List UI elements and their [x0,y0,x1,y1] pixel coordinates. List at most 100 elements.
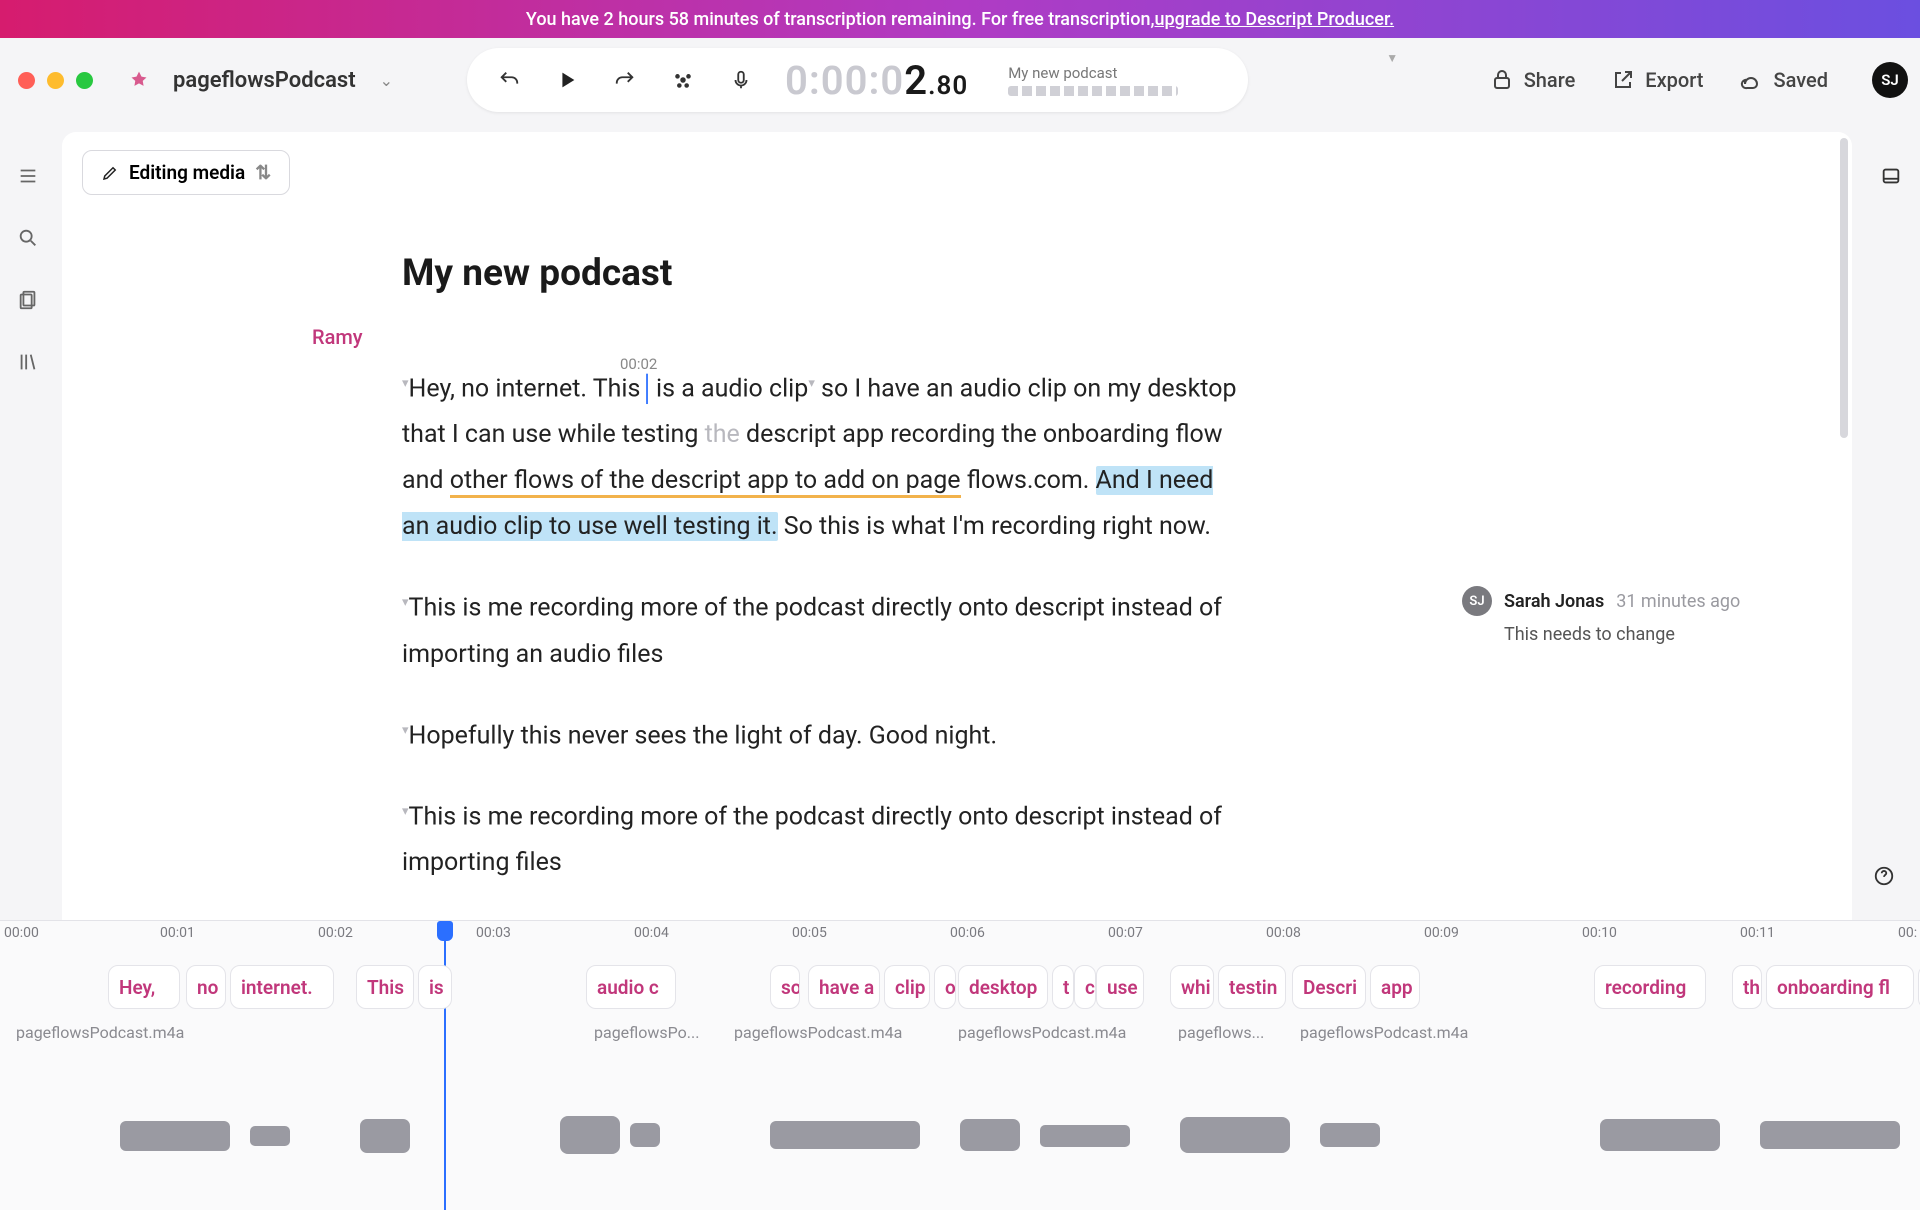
timeline-word[interactable]: use [1096,965,1144,1009]
ruler-tick: 00:10 [1582,925,1617,941]
timeline-word[interactable]: audio c [586,965,676,1009]
zoom-window[interactable] [76,72,93,89]
timeline-word[interactable]: Hey, [108,965,180,1009]
timeline-word[interactable]: no [186,965,226,1009]
help-icon[interactable] [1870,862,1898,890]
window-controls [12,72,93,89]
ruler-tick: 00:09 [1424,925,1459,941]
transport-pill: 0:00:02.80 My new podcast ▼ [467,48,1248,112]
user-avatar[interactable]: SJ [1872,62,1908,98]
transcript-paragraph[interactable]: ▾This is me recording more of the podcas… [402,789,1242,886]
share-button[interactable]: Share [1490,68,1576,92]
document-body: My new podcast Ramy 00:02 ▾Hey, no inter… [62,132,1322,956]
doc-scrollbar[interactable] [1840,138,1848,438]
project-name[interactable]: pageflowsPodcast [173,68,356,93]
timecode-inactive: 0:00:0 [785,57,904,104]
transcript-paragraph[interactable]: ▾Hey, no internet. This│is a audio clip▾… [402,361,1242,550]
timeline-panel: 00:0000:0100:0200:0300:0400:0500:0600:07… [0,920,1920,1210]
clip-label[interactable]: pageflowsPo... [594,1023,722,1042]
timeline-ruler[interactable]: 00:0000:0100:0200:0300:0400:0500:0600:07… [0,921,1920,947]
timeline-word[interactable]: testin [1218,965,1286,1009]
ruler-tick: 00:03 [476,925,511,941]
doc-title[interactable]: My new podcast [402,252,1242,295]
ruler-tick: 00:07 [1108,925,1143,941]
clip-label[interactable]: pageflowsPodcast.m4a [1300,1023,1920,1042]
timeline-word[interactable]: recording [1594,965,1706,1009]
app-logo-icon [127,68,151,92]
text-run: Hopefully this never sees the light of d… [409,721,998,750]
text-run: Hey, no internet. This [409,374,641,403]
export-button[interactable]: Export [1611,68,1703,92]
timeline-word[interactable]: internet. [230,965,334,1009]
share-label: Share [1524,68,1576,92]
struck-word: the [705,420,740,449]
hamburger-icon[interactable] [14,162,42,190]
timeline-word[interactable]: This [356,965,414,1009]
timeline-word[interactable]: t [1052,965,1074,1009]
timeline-word[interactable]: onboarding fl [1766,965,1914,1009]
timecode-frac: .80 [928,71,968,101]
play-button[interactable] [553,66,581,94]
text-run: This is me recording more of the podcast… [402,594,1222,669]
timeline-word[interactable]: th [1732,965,1762,1009]
timeline-word[interactable]: is [418,965,452,1009]
clip-label[interactable]: pageflowsPodcast.m4a [16,1023,536,1042]
clip-track: pageflowsPodcast.m4a pageflowsPo... pagefl… [0,1017,1920,1053]
record-mic-icon[interactable] [727,66,755,94]
saved-label: Saved [1773,68,1828,92]
comment-time: 31 minutes ago [1616,591,1740,612]
timeline-word[interactable]: so [770,965,800,1009]
text-run: is a audio clip [656,374,808,403]
library-icon[interactable] [14,348,42,376]
transcript-paragraph[interactable]: ▾This is me recording more of the podcas… [402,580,1242,677]
text-run: This is me recording more of the podcast… [402,802,1222,877]
timecode-display: 0:00:02.80 [785,57,968,104]
search-icon[interactable] [14,224,42,252]
flagged-text: other flows of the descript app to add o… [450,466,961,498]
comment-card[interactable]: SJ Sarah Jonas 31 minutes ago This needs… [1462,586,1782,645]
timecode-seconds: 2 [904,57,928,104]
pages-icon[interactable] [14,286,42,314]
ruler-tick: 00:05 [792,925,827,941]
timeline-word[interactable]: desktop [958,965,1048,1009]
clip-label[interactable]: pageflows... [1178,1023,1288,1042]
clip-label[interactable]: pageflowsPodcast.m4a [734,1023,944,1042]
timeline-word[interactable]: whi [1170,965,1214,1009]
timeline-word[interactable]: app [1370,965,1420,1009]
text-run: So this is what I'm recording right now. [778,512,1211,541]
ruler-tick: 00:11 [1740,925,1775,941]
ruler-tick: 00:04 [634,925,669,941]
composition-chevron-icon[interactable]: ▼ [1386,51,1398,65]
ruler-tick: 00:01 [160,925,195,941]
composition-selector[interactable]: My new podcast [1008,64,1178,96]
right-tools: Share Export Saved SJ [1490,62,1908,98]
promo-banner: You have 2 hours 58 minutes of transcrip… [0,0,1920,38]
ruler-tick: 00:02 [318,925,353,941]
banner-text: You have 2 hours 58 minutes of transcrip… [526,9,1155,30]
comment-author: Sarah Jonas [1504,591,1604,612]
ruler-tick: 00:06 [950,925,985,941]
comment-avatar: SJ [1462,586,1492,616]
clip-label[interactable]: pageflowsPodcast.m4a [958,1023,1168,1042]
comment-body: This needs to change [1504,624,1782,645]
timeline-word[interactable]: clip [884,965,930,1009]
timeline-word[interactable]: Descri [1292,965,1366,1009]
timeline-word[interactable]: o [934,965,956,1009]
redo-button[interactable] [611,66,639,94]
panel-toggle-icon[interactable] [1877,162,1905,190]
ai-tools-icon[interactable] [669,66,697,94]
close-window[interactable] [18,72,35,89]
text-run: flows.com. [961,466,1096,495]
upgrade-link[interactable]: upgrade to Descript Producer. [1155,9,1395,30]
composition-name: My new podcast [1008,64,1178,82]
timeline-word[interactable]: c [1074,965,1096,1009]
minimize-window[interactable] [47,72,64,89]
undo-button[interactable] [495,66,523,94]
ruler-tick: 00:08 [1266,925,1301,941]
export-label: Export [1645,68,1703,92]
ruler-tick: 00: [1898,925,1917,941]
project-menu-chevron-icon[interactable]: ⌄ [380,71,393,90]
speaker-label[interactable]: Ramy [312,325,363,349]
transcript-paragraph[interactable]: ▾Hopefully this never sees the light of … [402,708,1242,759]
timeline-word[interactable]: have a [808,965,880,1009]
